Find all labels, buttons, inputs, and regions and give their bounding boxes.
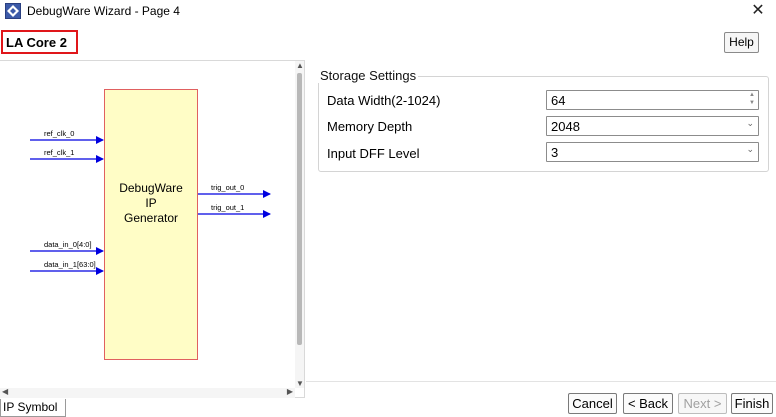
- next-button[interactable]: Next >: [678, 393, 727, 414]
- ip-block-label-line: Generator: [124, 211, 178, 225]
- input-dff-level-value: 3: [551, 145, 559, 160]
- storage-settings-legend: Storage Settings: [318, 68, 419, 83]
- ip-block-label-line: IP: [145, 196, 156, 210]
- memory-depth-value: 2048: [551, 119, 580, 134]
- cancel-button[interactable]: Cancel: [568, 393, 617, 414]
- output-pin-label: trig_out_1: [211, 203, 244, 212]
- memory-depth-dropdown[interactable]: 2048 ⌄: [546, 116, 759, 136]
- debugware-app-icon: [5, 3, 21, 19]
- finish-button[interactable]: Finish: [731, 393, 773, 414]
- output-pin-label: trig_out_0: [211, 183, 244, 192]
- core-title: LA Core 2: [1, 30, 78, 54]
- data-width-label: Data Width(2-1024): [327, 93, 441, 108]
- input-pin-label: ref_clk_0: [44, 129, 74, 138]
- spin-arrows-icon[interactable]: ▲ ▼: [748, 91, 756, 109]
- chevron-down-icon[interactable]: ⌄: [746, 144, 754, 155]
- window-title: DebugWare Wizard - Page 4: [27, 4, 180, 18]
- input-dff-level-label: Input DFF Level: [327, 146, 420, 161]
- input-pin-label: data_in_1[63:0]: [44, 260, 96, 269]
- memory-depth-label: Memory Depth: [327, 119, 413, 134]
- ip-symbol-diagram: DebugWare IP Generator ref_clk_0 ref_clk…: [30, 89, 271, 360]
- input-dff-level-dropdown[interactable]: 3 ⌄: [546, 142, 759, 162]
- data-width-spinbox[interactable]: 64 ▲ ▼: [546, 90, 759, 110]
- close-icon[interactable]: ✕: [740, 0, 776, 24]
- vertical-scrollbar[interactable]: ▲ ▼: [295, 61, 304, 388]
- chevron-down-icon[interactable]: ⌄: [746, 118, 754, 129]
- input-pin-label: ref_clk_1: [44, 148, 74, 157]
- tab-ip-symbol[interactable]: IP Symbol: [0, 399, 66, 417]
- title-bar: DebugWare Wizard - Page 4 ✕: [0, 0, 776, 24]
- input-pin-label: data_in_0[4:0]: [44, 240, 92, 249]
- scroll-down-icon[interactable]: ▼: [296, 379, 304, 388]
- scroll-right-icon[interactable]: ▶: [287, 387, 293, 396]
- scroll-left-icon[interactable]: ◀: [2, 387, 8, 396]
- help-button[interactable]: Help: [724, 32, 759, 53]
- scroll-up-icon[interactable]: ▲: [296, 61, 304, 70]
- horizontal-scrollbar[interactable]: ◀ ▶: [0, 387, 295, 398]
- scroll-thumb[interactable]: [297, 73, 302, 345]
- divider: [306, 381, 776, 382]
- ip-block-label-line: DebugWare: [119, 181, 183, 195]
- back-button[interactable]: < Back: [623, 393, 673, 414]
- data-width-value: 64: [551, 93, 566, 108]
- ip-symbol-panel: DebugWare IP Generator ref_clk_0 ref_clk…: [0, 60, 305, 398]
